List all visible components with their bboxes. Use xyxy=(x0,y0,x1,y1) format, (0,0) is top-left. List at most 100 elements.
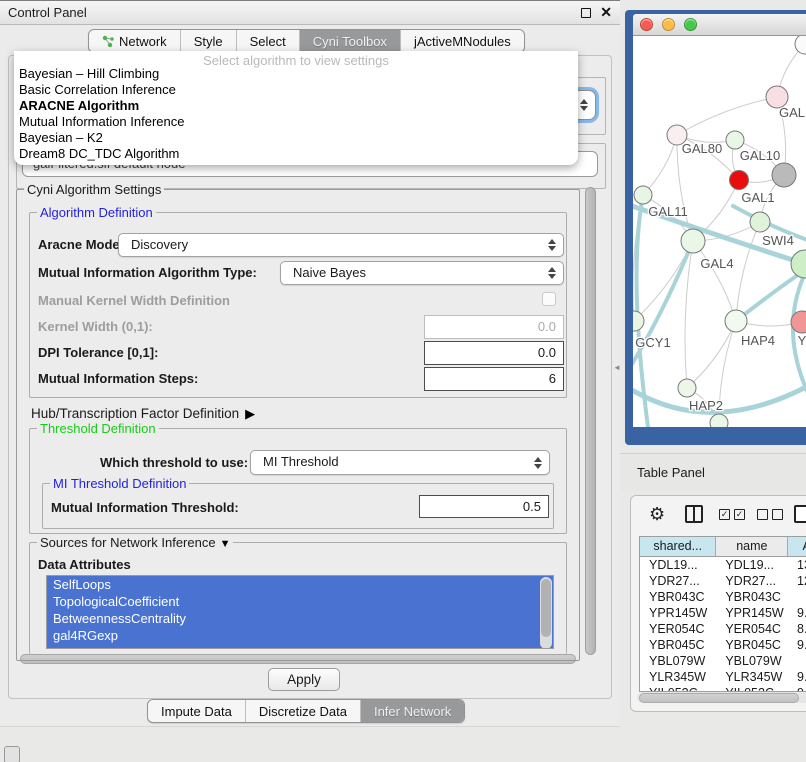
table-row[interactable]: YLR345WYLR345W9. xyxy=(640,669,806,685)
control-panel-titlebar: Control Panel ✕ xyxy=(0,1,620,25)
dpi-tolerance-field[interactable]: 0.0 xyxy=(424,341,564,365)
network-node-gal11[interactable] xyxy=(634,186,652,204)
algorithm-option[interactable]: Bayesian – K2 xyxy=(14,130,578,146)
deselect-all-icon-2[interactable] xyxy=(772,509,783,520)
table-row[interactable]: YIL052CYIL052C9. xyxy=(640,685,806,692)
close-icon[interactable]: ✕ xyxy=(600,4,612,21)
node-table[interactable]: shared...nameA YDL19...YDL19...13YDR27..… xyxy=(639,536,806,692)
mi-threshold-label: Mutual Information Threshold: xyxy=(51,500,239,515)
tab-label: jActiveMNodules xyxy=(414,34,511,49)
tab-label: Network xyxy=(119,34,167,49)
column-header-a[interactable]: A xyxy=(788,537,806,556)
network-node-gray[interactable] xyxy=(772,163,796,187)
algorithm-option[interactable]: Dream8 DC_TDC Algorithm xyxy=(14,146,578,162)
node-label-hap2: HAP2 xyxy=(689,398,723,413)
network-node-bot[interactable] xyxy=(710,414,728,427)
table-cell: 9. xyxy=(788,685,806,692)
data-attributes-list[interactable]: SelfLoopsTopologicalCoefficientBetweenne… xyxy=(46,575,554,649)
table-cell xyxy=(788,653,806,669)
tab-select[interactable]: Select xyxy=(236,30,299,52)
sources-group-title[interactable]: Sources for Network Inference▼ xyxy=(37,535,233,550)
table-horizontal-scrollbar[interactable] xyxy=(637,692,806,703)
mi-threshold-definition-title: MI Threshold Definition xyxy=(50,476,189,491)
mi-type-combobox[interactable]: Naive Bayes xyxy=(280,261,564,285)
algorithm-option[interactable]: Bayesian – Hill Climbing xyxy=(14,66,578,82)
node-label-gal4: GAL4 xyxy=(700,256,733,271)
mi-type-value: Naive Bayes xyxy=(293,265,366,280)
mac-zoom-icon[interactable] xyxy=(684,18,697,31)
network-node-gcy1[interactable] xyxy=(633,311,644,331)
tab-discretize-data[interactable]: Discretize Data xyxy=(245,700,360,722)
column-header-shared[interactable]: shared... xyxy=(640,537,716,556)
network-node-gal10[interactable] xyxy=(726,131,744,149)
gear-icon[interactable]: ⚙ xyxy=(649,504,665,525)
hub-definition-toggle[interactable]: Hub/Transcription Factor Definition▶ xyxy=(31,406,255,422)
tab-jactivemnodules[interactable]: jActiveMNodules xyxy=(400,30,524,52)
attribute-item[interactable]: BetweennessCentrality xyxy=(47,610,553,627)
table-row[interactable]: YER054CYER054C8. xyxy=(640,621,806,637)
columns-icon[interactable] xyxy=(685,505,703,523)
node-label-gal10: GAL10 xyxy=(740,148,780,163)
table-row[interactable]: YDL19...YDL19...13 xyxy=(640,557,806,573)
table-row[interactable]: YPR145WYPR145W9. xyxy=(640,605,806,621)
table-cell xyxy=(788,589,806,605)
network-node-red[interactable] xyxy=(730,171,749,190)
algorithm-option[interactable]: Basic Correlation Inference xyxy=(14,82,578,98)
float-window-icon[interactable] xyxy=(581,8,591,18)
which-threshold-value: MI Threshold xyxy=(263,454,339,469)
node-label-salmon: Y xyxy=(798,333,806,348)
algorithm-option[interactable]: ARACNE Algorithm xyxy=(14,98,578,114)
tab-label: Cyni Toolbox xyxy=(313,34,387,49)
attribute-item[interactable]: SelfLoops xyxy=(47,576,553,593)
tab-style[interactable]: Style xyxy=(180,30,236,52)
deselect-all-icon[interactable] xyxy=(757,509,768,520)
desktop: Control Panel ✕ Network StyleSelect Cyni T… xyxy=(0,0,806,762)
network-node-hap2[interactable] xyxy=(678,379,696,397)
mi-threshold-field[interactable]: 0.5 xyxy=(419,495,549,518)
kernel-width-field[interactable]: 0.0 xyxy=(424,315,564,339)
network-icon xyxy=(102,35,114,48)
algorithm-option[interactable]: Mutual Information Inference xyxy=(14,114,578,130)
node-label-gal2: GAL xyxy=(779,105,805,120)
network-node-swi4[interactable] xyxy=(750,212,770,232)
mac-close-icon[interactable] xyxy=(640,18,653,31)
aracne-mode-combobox[interactable]: Discovery xyxy=(118,233,564,257)
tab-impute-data[interactable]: Impute Data xyxy=(148,700,245,722)
collapsed-panel-icon[interactable] xyxy=(4,746,20,762)
new-table-icon[interactable] xyxy=(794,505,806,523)
network-view-window[interactable]: GALGAL80GAL10GAL1GAL11SWI4GAL4HAP4YGCY1H… xyxy=(625,10,806,445)
attribute-item[interactable]: TopologicalCoefficient xyxy=(47,593,553,610)
network-canvas[interactable]: GALGAL80GAL10GAL1GAL11SWI4GAL4HAP4YGCY1H… xyxy=(633,36,806,427)
tab-network[interactable]: Network xyxy=(89,30,180,52)
network-node-bigg[interactable] xyxy=(791,250,806,278)
apply-button[interactable]: Apply xyxy=(268,668,340,691)
spinner-arrows-icon xyxy=(534,456,542,470)
table-cell: YBL079W xyxy=(640,653,716,669)
attribute-item[interactable]: gal4RGexp xyxy=(47,627,553,644)
network-node-ntop[interactable] xyxy=(795,36,806,54)
settings-group-title: Cyni Algorithm Settings xyxy=(24,182,164,197)
mi-steps-field[interactable]: 6 xyxy=(424,367,564,391)
select-all-icon[interactable]: ✓ xyxy=(719,509,730,520)
network-node-hap4[interactable] xyxy=(725,310,747,332)
table-cell: YBR043C xyxy=(716,589,788,605)
attributes-scrollbar[interactable] xyxy=(540,577,552,649)
select-all-icon-2[interactable]: ✓ xyxy=(734,509,745,520)
table-row[interactable]: YBL079WYBL079W xyxy=(640,653,806,669)
tab-cyni-toolbox[interactable]: Cyni Toolbox xyxy=(299,30,400,52)
which-threshold-combobox[interactable]: MI Threshold xyxy=(250,450,550,475)
table-row[interactable]: YBR043CYBR043C xyxy=(640,589,806,605)
panel-title: Control Panel xyxy=(8,5,87,20)
manual-kernel-checkbox[interactable] xyxy=(542,292,556,306)
column-header-name[interactable]: name xyxy=(716,537,788,556)
table-cell: YBR045C xyxy=(640,637,716,653)
table-row[interactable]: YDR27...YDR27...12 xyxy=(640,573,806,589)
algorithm-definition-title: Algorithm Definition xyxy=(37,205,156,220)
panel-splitter-handle[interactable]: ◄ xyxy=(613,363,621,372)
tab-infer-network[interactable]: Infer Network xyxy=(360,700,464,722)
mac-minimize-icon[interactable] xyxy=(662,18,675,31)
network-node-gal4[interactable] xyxy=(681,229,705,253)
table-row[interactable]: YBR045CYBR045C9. xyxy=(640,637,806,653)
settings-vertical-scrollbar[interactable] xyxy=(584,185,597,659)
mi-threshold-definition-group: MI Threshold Definition Mutual Informati… xyxy=(42,483,554,529)
